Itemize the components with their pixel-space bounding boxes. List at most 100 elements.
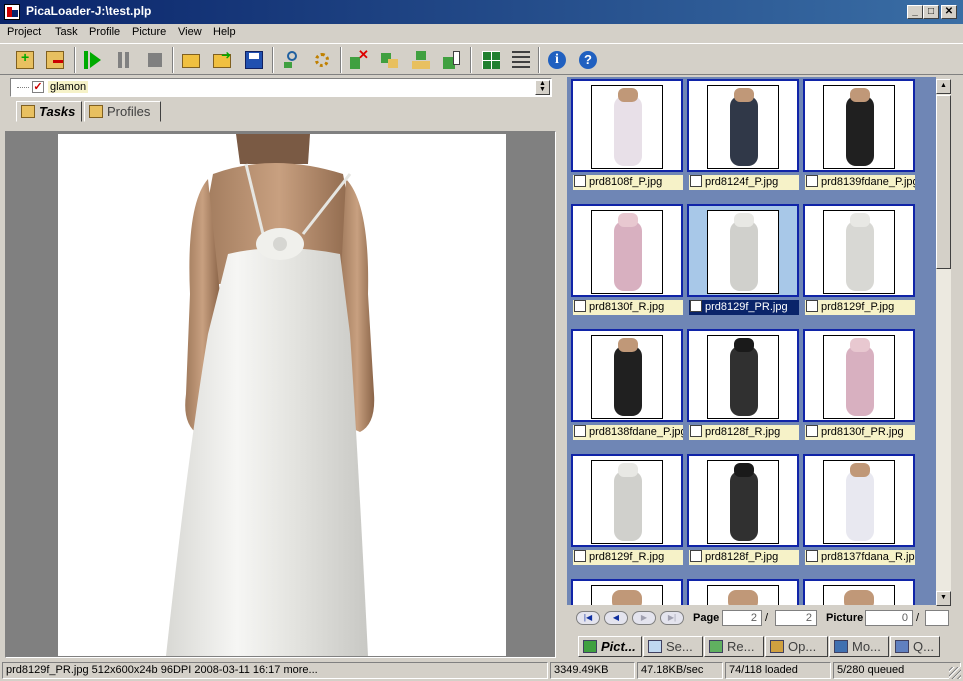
thumbnail-partial[interactable] [687, 579, 799, 605]
thumbnail[interactable] [803, 454, 915, 547]
minimize-button[interactable]: _ [907, 5, 923, 19]
thumbnail[interactable] [571, 329, 683, 422]
next-page-button[interactable]: ▶ [632, 611, 656, 625]
find-button[interactable] [278, 47, 304, 73]
new-project-button[interactable] [178, 47, 204, 73]
pause-button[interactable] [111, 47, 137, 73]
delete-button[interactable]: ✕ [346, 47, 372, 73]
window-title: PicaLoader-J:\test.plp [26, 4, 152, 18]
help-button[interactable]: ? [575, 47, 601, 73]
download-button[interactable] [408, 47, 434, 73]
thumbnail-checkbox[interactable] [806, 175, 818, 187]
thumbnail-checkbox[interactable] [690, 175, 702, 187]
thumbnail[interactable] [571, 204, 683, 297]
open-project-button[interactable]: ➜ [209, 47, 235, 73]
thumbnail[interactable] [803, 204, 915, 297]
gallery-scrollbar[interactable]: ▲ ▼ [936, 79, 951, 606]
info-button[interactable]: i [544, 47, 570, 73]
add-task-icon: + [16, 49, 34, 69]
thumbnail-gallery[interactable]: prd8108f_P.jpg prd8124f_P.jpg prd8139fdane… [567, 77, 936, 605]
tab-results[interactable]: Re... [704, 636, 764, 657]
tab-monitor[interactable]: Mo... [829, 636, 889, 657]
menu-view[interactable]: View [178, 26, 202, 38]
tab-profiles[interactable]: Profiles [84, 101, 161, 122]
stop-button[interactable] [142, 47, 168, 73]
thumbnail-caption[interactable]: prd8129f_R.jpg [573, 550, 683, 565]
thumbnail-checkbox[interactable] [574, 300, 586, 312]
thumbnail-checkbox[interactable] [806, 425, 818, 437]
app-icon[interactable] [4, 4, 20, 20]
page-current-field[interactable]: 2 [722, 610, 762, 626]
picture-current-field[interactable]: 0 [865, 610, 913, 626]
tab-tasks[interactable]: Tasks [16, 101, 82, 122]
menu-task[interactable]: Task [55, 26, 78, 38]
first-page-button[interactable]: |◀ [576, 611, 600, 625]
resize-grip[interactable] [949, 667, 961, 679]
move-button[interactable] [377, 47, 403, 73]
prev-page-button[interactable]: ◀ [604, 611, 628, 625]
tab-options[interactable]: Op... [765, 636, 828, 657]
thumbnail-checkbox[interactable] [806, 300, 818, 312]
thumbnail[interactable] [687, 329, 799, 422]
settings-button[interactable] [309, 47, 335, 73]
thumbnail-caption[interactable]: prd8129f_PR.jpg [689, 300, 799, 315]
thumbnail-caption[interactable]: prd8128f_P.jpg [689, 550, 799, 565]
thumbnail[interactable] [687, 454, 799, 547]
thumbnail-image [823, 585, 895, 605]
thumbnail[interactable] [687, 204, 799, 297]
menu-picture[interactable]: Picture [132, 26, 166, 38]
scroll-thumb[interactable] [936, 95, 951, 269]
page-navigation: |◀ ◀ ▶ ▶| Page 2 / 2 Picture 0 / [567, 608, 951, 630]
task-selector[interactable]: ✓ glamon ▲ ▼ [10, 78, 552, 97]
thumbnail-caption[interactable]: prd8124f_P.jpg [689, 175, 799, 190]
list-view-button[interactable] [508, 47, 534, 73]
task-checkbox[interactable]: ✓ [32, 81, 44, 93]
thumbnail-checkbox[interactable] [690, 300, 702, 312]
status-size: 3349.49KB [550, 662, 635, 679]
thumbnail-checkbox[interactable] [574, 550, 586, 562]
thumbnail-checkbox[interactable] [690, 550, 702, 562]
remove-task-button[interactable] [42, 47, 68, 73]
thumbnail-caption[interactable]: prd8130f_R.jpg [573, 300, 683, 315]
tab-pictures[interactable]: Pict... [578, 636, 642, 657]
thumbnail-filename: prd8139fdane_P.jpg [821, 176, 915, 188]
thumbnail[interactable] [571, 454, 683, 547]
scroll-down-button[interactable]: ▼ [936, 591, 951, 606]
thumbnail-partial[interactable] [571, 579, 683, 605]
close-button[interactable]: ✕ [941, 5, 957, 19]
thumbnail[interactable] [687, 79, 799, 172]
thumbnail-caption[interactable]: prd8130f_PR.jpg [805, 425, 915, 440]
last-page-button[interactable]: ▶| [660, 611, 684, 625]
add-task-button[interactable]: + [12, 47, 38, 73]
thumbnail-checkbox[interactable] [574, 425, 586, 437]
menu-help[interactable]: Help [213, 26, 236, 38]
thumbnail[interactable] [803, 79, 915, 172]
tab-search[interactable]: Se... [643, 636, 703, 657]
thumbnail-caption[interactable]: prd8138fdane_P.jpg [573, 425, 683, 440]
thumbnail-caption[interactable]: prd8129f_P.jpg [805, 300, 915, 315]
thumbnail-checkbox[interactable] [690, 425, 702, 437]
thumbnail-caption[interactable]: prd8139fdane_P.jpg [805, 175, 915, 190]
export-button[interactable] [439, 47, 465, 73]
maximize-button[interactable]: □ [923, 5, 939, 19]
menu-project[interactable]: Project [7, 26, 41, 38]
thumbnail-checkbox[interactable] [574, 175, 586, 187]
thumbnail-image [707, 85, 779, 169]
image-preview[interactable] [5, 131, 556, 658]
tab-queue[interactable]: Q... [890, 636, 940, 657]
status-queued: 5/280 queued [833, 662, 961, 679]
scroll-up-button[interactable]: ▲ [936, 79, 951, 94]
thumbnail[interactable] [571, 79, 683, 172]
thumbnail-caption[interactable]: prd8108f_P.jpg [573, 175, 683, 190]
thumbnail-checkbox[interactable] [806, 550, 818, 562]
thumbnail-partial[interactable] [803, 579, 915, 605]
title-bar[interactable]: PicaLoader-J:\test.plp _ □ ✕ [0, 0, 963, 24]
menu-profile[interactable]: Profile [89, 26, 120, 38]
save-button[interactable] [241, 47, 267, 73]
thumbnail-caption[interactable]: prd8137fdana_R.jpg [805, 550, 915, 565]
start-button[interactable] [80, 47, 106, 73]
thumbnail-caption[interactable]: prd8128f_R.jpg [689, 425, 799, 440]
task-spin-button[interactable]: ▲ ▼ [535, 80, 550, 95]
thumbnail-view-button[interactable] [478, 47, 504, 73]
thumbnail[interactable] [803, 329, 915, 422]
